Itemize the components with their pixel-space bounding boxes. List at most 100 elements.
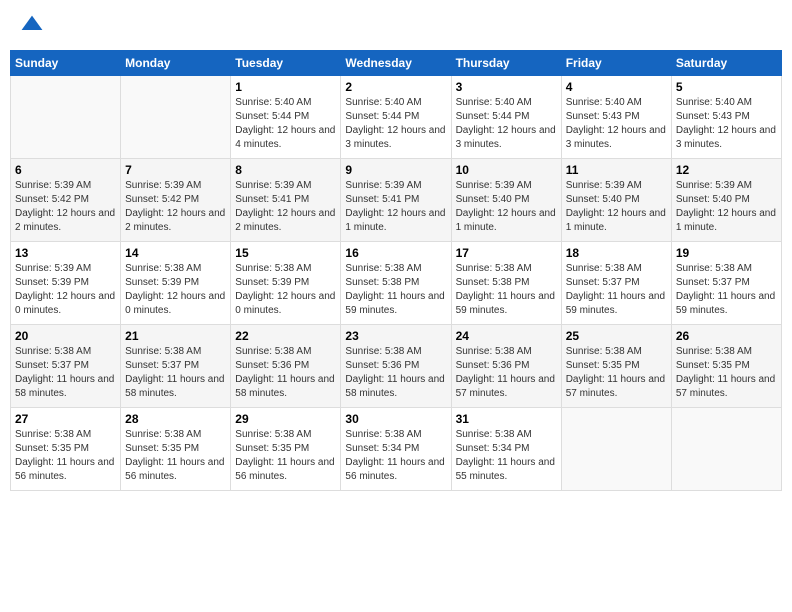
day-info: Sunrise: 5:40 AM Sunset: 5:44 PM Dayligh… xyxy=(456,96,557,152)
day-number: 10 xyxy=(456,163,557,177)
calendar-cell: 27 Sunrise: 5:38 AM Sunset: 5:35 PM Dayli… xyxy=(11,408,121,491)
calendar-week-3: 13Sunrise: 5:39 AM Sunset: 5:39 PM Dayli… xyxy=(11,242,782,325)
calendar-cell: 17Sunrise: 5:38 AM Sunset: 5:38 PM Dayli… xyxy=(451,242,561,325)
day-number: 7 xyxy=(125,163,226,177)
weekday-header-row: SundayMondayTuesdayWednesdayThursdayFrid… xyxy=(11,51,782,76)
weekday-header-friday: Friday xyxy=(561,51,671,76)
calendar-cell xyxy=(121,76,231,159)
day-info: Sunrise: 5:40 AM Sunset: 5:44 PM Dayligh… xyxy=(235,96,336,152)
day-info: Sunrise: 5:38 AM Sunset: 5:38 PM Dayligh… xyxy=(345,262,446,318)
day-number: 18 xyxy=(566,246,667,260)
day-number: 28 xyxy=(125,412,226,426)
calendar-cell: 21Sunrise: 5:38 AM Sunset: 5:37 PM Dayli… xyxy=(121,325,231,408)
calendar-week-4: 20 Sunrise: 5:38 AM Sunset: 5:37 PM Dayli… xyxy=(11,325,782,408)
weekday-header-saturday: Saturday xyxy=(671,51,781,76)
day-number: 13 xyxy=(15,246,116,260)
calendar-cell: 23 Sunrise: 5:38 AM Sunset: 5:36 PM Dayli… xyxy=(341,325,451,408)
day-number: 8 xyxy=(235,163,336,177)
weekday-header-sunday: Sunday xyxy=(11,51,121,76)
calendar-cell: 25Sunrise: 5:38 AM Sunset: 5:35 PM Dayli… xyxy=(561,325,671,408)
calendar-week-2: 6 Sunrise: 5:39 AM Sunset: 5:42 PM Daylig… xyxy=(11,159,782,242)
calendar-cell: 20 Sunrise: 5:38 AM Sunset: 5:37 PM Dayli… xyxy=(11,325,121,408)
weekday-header-wednesday: Wednesday xyxy=(341,51,451,76)
day-info: Sunrise: 5:39 AM Sunset: 5:40 PM Dayligh… xyxy=(456,179,557,235)
day-info: Sunrise: 5:38 AM Sunset: 5:39 PM Dayligh… xyxy=(125,262,226,318)
day-number: 15 xyxy=(235,246,336,260)
day-info: Sunrise: 5:38 AM Sunset: 5:34 PM Dayligh… xyxy=(456,428,557,484)
day-info: Sunrise: 5:38 AM Sunset: 5:37 PM Dayligh… xyxy=(676,262,777,318)
calendar-cell: 10 Sunrise: 5:39 AM Sunset: 5:40 PM Dayli… xyxy=(451,159,561,242)
day-number: 12 xyxy=(676,163,777,177)
calendar-cell xyxy=(561,408,671,491)
calendar-cell: 11Sunrise: 5:39 AM Sunset: 5:40 PM Dayli… xyxy=(561,159,671,242)
day-info: Sunrise: 5:38 AM Sunset: 5:35 PM Dayligh… xyxy=(125,428,226,484)
day-info: Sunrise: 5:38 AM Sunset: 5:39 PM Dayligh… xyxy=(235,262,336,318)
day-info: Sunrise: 5:38 AM Sunset: 5:36 PM Dayligh… xyxy=(235,345,336,401)
day-number: 2 xyxy=(345,80,446,94)
calendar-cell: 29 Sunrise: 5:38 AM Sunset: 5:35 PM Dayli… xyxy=(231,408,341,491)
day-info: Sunrise: 5:40 AM Sunset: 5:44 PM Dayligh… xyxy=(345,96,446,152)
day-number: 19 xyxy=(676,246,777,260)
day-info: Sunrise: 5:40 AM Sunset: 5:43 PM Dayligh… xyxy=(676,96,777,152)
calendar-cell: 18 Sunrise: 5:38 AM Sunset: 5:37 PM Dayli… xyxy=(561,242,671,325)
day-info: Sunrise: 5:38 AM Sunset: 5:36 PM Dayligh… xyxy=(456,345,557,401)
day-number: 3 xyxy=(456,80,557,94)
day-number: 14 xyxy=(125,246,226,260)
day-number: 16 xyxy=(345,246,446,260)
calendar-cell: 13Sunrise: 5:39 AM Sunset: 5:39 PM Dayli… xyxy=(11,242,121,325)
day-info: Sunrise: 5:39 AM Sunset: 5:41 PM Dayligh… xyxy=(345,179,446,235)
calendar-cell: 3 Sunrise: 5:40 AM Sunset: 5:44 PM Daylig… xyxy=(451,76,561,159)
calendar-cell: 1 Sunrise: 5:40 AM Sunset: 5:44 PM Daylig… xyxy=(231,76,341,159)
calendar-cell: 22Sunrise: 5:38 AM Sunset: 5:36 PM Dayli… xyxy=(231,325,341,408)
day-info: Sunrise: 5:39 AM Sunset: 5:41 PM Dayligh… xyxy=(235,179,336,235)
day-info: Sunrise: 5:38 AM Sunset: 5:34 PM Dayligh… xyxy=(345,428,446,484)
weekday-header-monday: Monday xyxy=(121,51,231,76)
day-number: 1 xyxy=(235,80,336,94)
day-number: 25 xyxy=(566,329,667,343)
day-info: Sunrise: 5:38 AM Sunset: 5:35 PM Dayligh… xyxy=(676,345,777,401)
calendar-cell: 2 Sunrise: 5:40 AM Sunset: 5:44 PM Daylig… xyxy=(341,76,451,159)
day-number: 5 xyxy=(676,80,777,94)
day-number: 20 xyxy=(15,329,116,343)
day-number: 24 xyxy=(456,329,557,343)
calendar-cell: 8 Sunrise: 5:39 AM Sunset: 5:41 PM Daylig… xyxy=(231,159,341,242)
day-info: Sunrise: 5:40 AM Sunset: 5:43 PM Dayligh… xyxy=(566,96,667,152)
calendar-week-1: 1 Sunrise: 5:40 AM Sunset: 5:44 PM Daylig… xyxy=(11,76,782,159)
day-number: 9 xyxy=(345,163,446,177)
calendar-table: SundayMondayTuesdayWednesdayThursdayFrid… xyxy=(10,50,782,491)
page-header xyxy=(10,10,782,42)
day-info: Sunrise: 5:38 AM Sunset: 5:37 PM Dayligh… xyxy=(15,345,116,401)
day-info: Sunrise: 5:39 AM Sunset: 5:42 PM Dayligh… xyxy=(15,179,116,235)
calendar-cell: 14 Sunrise: 5:38 AM Sunset: 5:39 PM Dayli… xyxy=(121,242,231,325)
day-number: 29 xyxy=(235,412,336,426)
calendar-cell: 7 Sunrise: 5:39 AM Sunset: 5:42 PM Daylig… xyxy=(121,159,231,242)
day-number: 30 xyxy=(345,412,446,426)
day-number: 27 xyxy=(15,412,116,426)
day-number: 21 xyxy=(125,329,226,343)
calendar-cell: 31 Sunrise: 5:38 AM Sunset: 5:34 PM Dayli… xyxy=(451,408,561,491)
calendar-cell: 24 Sunrise: 5:38 AM Sunset: 5:36 PM Dayli… xyxy=(451,325,561,408)
calendar-week-5: 27 Sunrise: 5:38 AM Sunset: 5:35 PM Dayli… xyxy=(11,408,782,491)
day-number: 6 xyxy=(15,163,116,177)
day-info: Sunrise: 5:38 AM Sunset: 5:36 PM Dayligh… xyxy=(345,345,446,401)
logo xyxy=(18,14,44,38)
calendar-cell xyxy=(671,408,781,491)
day-number: 23 xyxy=(345,329,446,343)
calendar-cell: 30 Sunrise: 5:38 AM Sunset: 5:34 PM Dayli… xyxy=(341,408,451,491)
logo-icon xyxy=(20,14,44,38)
calendar-cell: 5 Sunrise: 5:40 AM Sunset: 5:43 PM Daylig… xyxy=(671,76,781,159)
day-info: Sunrise: 5:38 AM Sunset: 5:35 PM Dayligh… xyxy=(235,428,336,484)
day-number: 4 xyxy=(566,80,667,94)
day-number: 31 xyxy=(456,412,557,426)
weekday-header-thursday: Thursday xyxy=(451,51,561,76)
calendar-cell: 9 Sunrise: 5:39 AM Sunset: 5:41 PM Daylig… xyxy=(341,159,451,242)
day-info: Sunrise: 5:39 AM Sunset: 5:40 PM Dayligh… xyxy=(566,179,667,235)
calendar-cell: 4 Sunrise: 5:40 AM Sunset: 5:43 PM Daylig… xyxy=(561,76,671,159)
calendar-cell: 26Sunrise: 5:38 AM Sunset: 5:35 PM Dayli… xyxy=(671,325,781,408)
day-info: Sunrise: 5:38 AM Sunset: 5:35 PM Dayligh… xyxy=(15,428,116,484)
calendar-cell: 6 Sunrise: 5:39 AM Sunset: 5:42 PM Daylig… xyxy=(11,159,121,242)
calendar-cell xyxy=(11,76,121,159)
day-info: Sunrise: 5:39 AM Sunset: 5:42 PM Dayligh… xyxy=(125,179,226,235)
day-info: Sunrise: 5:39 AM Sunset: 5:40 PM Dayligh… xyxy=(676,179,777,235)
day-info: Sunrise: 5:38 AM Sunset: 5:37 PM Dayligh… xyxy=(566,262,667,318)
